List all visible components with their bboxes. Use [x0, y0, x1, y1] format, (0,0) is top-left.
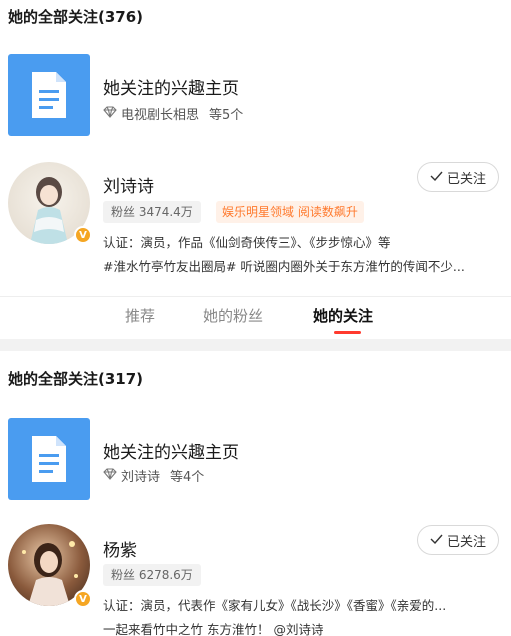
interest-sub-more: 等4个 [170, 470, 205, 485]
v-badge-icon: V [74, 226, 92, 244]
verify-text: 认证：演员，代表作《家有儿女》《战长沙》《香蜜》《亲爱的... [103, 598, 447, 613]
interest-title: 她关注的兴趣主页 [103, 443, 239, 463]
interest-title: 她关注的兴趣主页 [103, 79, 239, 99]
following-count-header: 她的全部关注(317) [8, 370, 144, 388]
interest-subtitle: 电视剧长相思 等5个 [103, 104, 243, 123]
user-card-1[interactable]: V 刘诗诗 粉丝 3474.4万 娱乐明星领域 阅读数飙升 认证：演员，作品《仙… [0, 160, 511, 280]
gem-icon [103, 105, 117, 122]
active-tab-indicator [334, 331, 361, 334]
check-icon [430, 533, 443, 548]
v-badge-icon: V [74, 590, 92, 608]
profile-tabs: 推荐 她的粉丝 她的关注 [0, 296, 511, 336]
interest-sub-more: 等5个 [209, 108, 244, 123]
followed-label: 已关注 [446, 534, 486, 550]
interest-subtitle: 刘诗诗 等4个 [103, 466, 204, 485]
following-count-header: 她的全部关注(376) [8, 8, 144, 26]
interest-pages-card[interactable]: 她关注的兴趣主页 电视剧长相思 等5个 [0, 54, 511, 146]
latest-post-text[interactable]: #淮水竹亭竹友出圈局# 听说圈内圈外关于东方淮竹的传闻不少... [103, 256, 498, 275]
tab-her-following[interactable]: 她的关注 [313, 305, 373, 326]
interest-sub-name: 电视剧长相思 [121, 108, 200, 123]
latest-post-text[interactable]: 一起来看竹中之竹 东方淮竹！ @刘诗诗 [103, 619, 498, 636]
user-name[interactable]: 杨紫 [103, 536, 137, 561]
screenshot-divider [0, 339, 511, 351]
fans-count-tag: 粉丝 6278.6万 [103, 564, 201, 586]
tab-recommend[interactable]: 推荐 [125, 305, 155, 326]
fans-count-tag: 粉丝 3474.4万 [103, 201, 201, 223]
followed-button[interactable]: 已关注 [417, 525, 499, 555]
tab-her-fans[interactable]: 她的粉丝 [203, 305, 263, 326]
user-card-2[interactable]: V 杨紫 粉丝 6278.6万 认证：演员，代表作《家有儿女》《战长沙》《香蜜》… [0, 522, 511, 636]
gem-icon [103, 467, 117, 484]
verify-text: 认证：演员，作品《仙剑奇侠传三》、《步步惊心》等 [103, 235, 391, 250]
check-icon [430, 170, 443, 185]
followed-label: 已关注 [446, 171, 486, 187]
interest-pages-card[interactable]: 她关注的兴趣主页 刘诗诗 等4个 [0, 418, 511, 510]
hot-tag[interactable]: 娱乐明星领域 阅读数飙升 [216, 201, 364, 223]
document-icon [8, 54, 90, 136]
document-icon [8, 418, 90, 500]
user-name[interactable]: 刘诗诗 [103, 172, 154, 197]
followed-button[interactable]: 已关注 [417, 162, 499, 192]
interest-sub-name: 刘诗诗 [121, 470, 161, 485]
